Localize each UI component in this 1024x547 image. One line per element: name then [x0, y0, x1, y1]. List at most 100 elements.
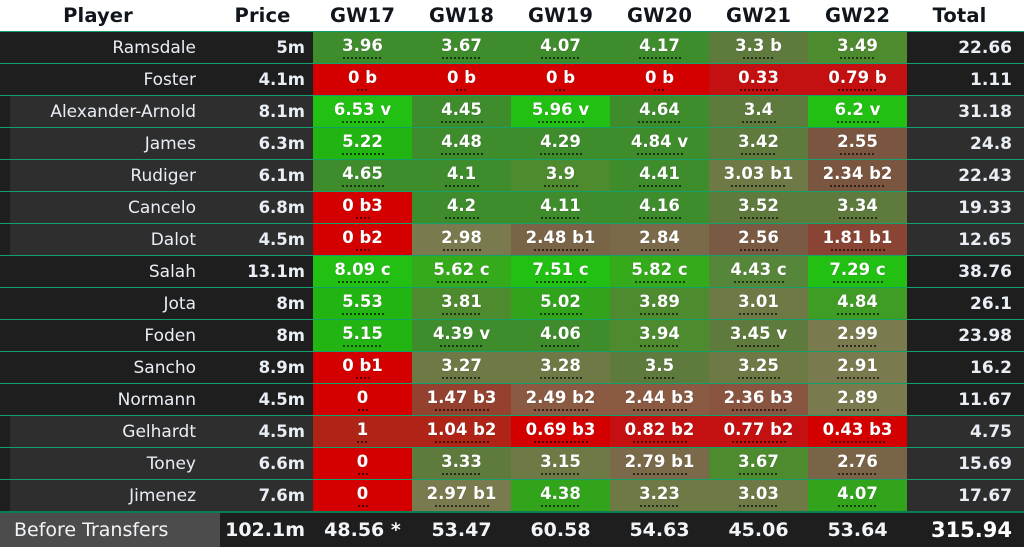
- gameweek-points-cell[interactable]: 4.48: [412, 127, 511, 160]
- gameweek-points-cell[interactable]: 2.49 b2: [511, 383, 610, 416]
- gameweek-points-cell[interactable]: 4.07: [808, 479, 907, 512]
- gameweek-points-cell[interactable]: 0 b: [610, 63, 709, 96]
- gameweek-points-cell[interactable]: 3.34: [808, 191, 907, 224]
- gameweek-points-cell[interactable]: 4.07: [511, 31, 610, 64]
- gameweek-points-cell[interactable]: 5.82 c: [610, 255, 709, 288]
- column-header-gw21[interactable]: GW21: [709, 0, 808, 32]
- player-name-cell[interactable]: Gelhardt: [0, 415, 220, 448]
- player-name-cell[interactable]: Foster: [0, 63, 220, 96]
- column-header-total[interactable]: Total: [907, 0, 1024, 32]
- gameweek-points-cell[interactable]: 4.1: [412, 159, 511, 192]
- gameweek-points-cell[interactable]: 4.41: [610, 159, 709, 192]
- gameweek-points-cell[interactable]: 2.97 b1: [412, 479, 511, 512]
- gameweek-points-cell[interactable]: 7.51 c: [511, 255, 610, 288]
- gameweek-points-cell[interactable]: 2.79 b1: [610, 447, 709, 480]
- gameweek-points-cell[interactable]: 4.17: [610, 31, 709, 64]
- gameweek-points-cell[interactable]: 2.76: [808, 447, 907, 480]
- column-header-gw17[interactable]: GW17: [313, 0, 412, 32]
- gameweek-points-cell[interactable]: 3.5: [610, 351, 709, 384]
- column-header-gw19[interactable]: GW19: [511, 0, 610, 32]
- gameweek-points-cell[interactable]: 5.22: [313, 127, 412, 160]
- gameweek-points-cell[interactable]: 3.94: [610, 319, 709, 352]
- gameweek-points-cell[interactable]: 0.79 b: [808, 63, 907, 96]
- gameweek-points-cell[interactable]: 3.03 b1: [709, 159, 808, 192]
- gameweek-points-cell[interactable]: 0 b1: [313, 351, 412, 384]
- player-name-cell[interactable]: Rudiger: [0, 159, 220, 192]
- player-name-cell[interactable]: Toney: [0, 447, 220, 480]
- gameweek-points-cell[interactable]: 3.45 v: [709, 319, 808, 352]
- gameweek-points-cell[interactable]: 2.34 b2: [808, 159, 907, 192]
- gameweek-points-cell[interactable]: 7.29 c: [808, 255, 907, 288]
- gameweek-points-cell[interactable]: 3.27: [412, 351, 511, 384]
- gameweek-points-cell[interactable]: 8.09 c: [313, 255, 412, 288]
- gameweek-points-cell[interactable]: 4.43 c: [709, 255, 808, 288]
- player-name-cell[interactable]: Jota: [0, 287, 220, 320]
- player-name-cell[interactable]: Cancelo: [0, 191, 220, 224]
- gameweek-points-cell[interactable]: 2.36 b3: [709, 383, 808, 416]
- gameweek-points-cell[interactable]: 3.3 b: [709, 31, 808, 64]
- player-name-cell[interactable]: Foden: [0, 319, 220, 352]
- player-name-cell[interactable]: Ramsdale: [0, 31, 220, 64]
- gameweek-points-cell[interactable]: 0: [313, 383, 412, 416]
- gameweek-points-cell[interactable]: 2.98: [412, 223, 511, 256]
- column-header-price[interactable]: Price: [220, 0, 313, 32]
- gameweek-points-cell[interactable]: 3.4: [709, 95, 808, 128]
- column-header-gw20[interactable]: GW20: [610, 0, 709, 32]
- column-header-gw22[interactable]: GW22: [808, 0, 907, 32]
- gameweek-points-cell[interactable]: 4.39 v: [412, 319, 511, 352]
- gameweek-points-cell[interactable]: 3.9: [511, 159, 610, 192]
- player-name-cell[interactable]: Alexander-Arnold: [0, 95, 220, 128]
- gameweek-points-cell[interactable]: 0.69 b3: [511, 415, 610, 448]
- gameweek-points-cell[interactable]: 3.81: [412, 287, 511, 320]
- gameweek-points-cell[interactable]: 0.43 b3: [808, 415, 907, 448]
- gameweek-points-cell[interactable]: 4.38: [511, 479, 610, 512]
- gameweek-points-cell[interactable]: 3.52: [709, 191, 808, 224]
- gameweek-points-cell[interactable]: 3.25: [709, 351, 808, 384]
- gameweek-points-cell[interactable]: 4.29: [511, 127, 610, 160]
- gameweek-points-cell[interactable]: 0 b: [313, 63, 412, 96]
- gameweek-points-cell[interactable]: 2.91: [808, 351, 907, 384]
- gameweek-points-cell[interactable]: 3.33: [412, 447, 511, 480]
- gameweek-points-cell[interactable]: 4.11: [511, 191, 610, 224]
- gameweek-points-cell[interactable]: 3.67: [412, 31, 511, 64]
- gameweek-points-cell[interactable]: 5.15: [313, 319, 412, 352]
- gameweek-points-cell[interactable]: 3.42: [709, 127, 808, 160]
- gameweek-points-cell[interactable]: 5.02: [511, 287, 610, 320]
- gameweek-points-cell[interactable]: 1: [313, 415, 412, 448]
- player-name-cell[interactable]: Sancho: [0, 351, 220, 384]
- gameweek-points-cell[interactable]: 0.77 b2: [709, 415, 808, 448]
- gameweek-points-cell[interactable]: 3.67: [709, 447, 808, 480]
- gameweek-points-cell[interactable]: 4.65: [313, 159, 412, 192]
- gameweek-points-cell[interactable]: 5.53: [313, 287, 412, 320]
- gameweek-points-cell[interactable]: 0 b2: [313, 223, 412, 256]
- gameweek-points-cell[interactable]: 4.06: [511, 319, 610, 352]
- gameweek-points-cell[interactable]: 3.96: [313, 31, 412, 64]
- gameweek-points-cell[interactable]: 0.82 b2: [610, 415, 709, 448]
- gameweek-points-cell[interactable]: 6.53 v: [313, 95, 412, 128]
- gameweek-points-cell[interactable]: 3.01: [709, 287, 808, 320]
- gameweek-points-cell[interactable]: 0 b: [511, 63, 610, 96]
- gameweek-points-cell[interactable]: 4.84 v: [610, 127, 709, 160]
- gameweek-points-cell[interactable]: 2.48 b1: [511, 223, 610, 256]
- player-name-cell[interactable]: James: [0, 127, 220, 160]
- gameweek-points-cell[interactable]: 0: [313, 447, 412, 480]
- gameweek-points-cell[interactable]: 3.23: [610, 479, 709, 512]
- gameweek-points-cell[interactable]: 1.04 b2: [412, 415, 511, 448]
- gameweek-points-cell[interactable]: 6.2 v: [808, 95, 907, 128]
- gameweek-points-cell[interactable]: 2.99: [808, 319, 907, 352]
- gameweek-points-cell[interactable]: 4.2: [412, 191, 511, 224]
- gameweek-points-cell[interactable]: 3.89: [610, 287, 709, 320]
- gameweek-points-cell[interactable]: 0 b3: [313, 191, 412, 224]
- column-header-player[interactable]: Player: [0, 0, 220, 32]
- gameweek-points-cell[interactable]: 2.44 b3: [610, 383, 709, 416]
- gameweek-points-cell[interactable]: 2.55: [808, 127, 907, 160]
- gameweek-points-cell[interactable]: 4.45: [412, 95, 511, 128]
- gameweek-points-cell[interactable]: 5.96 v: [511, 95, 610, 128]
- gameweek-points-cell[interactable]: 1.81 b1: [808, 223, 907, 256]
- gameweek-points-cell[interactable]: 0 b: [412, 63, 511, 96]
- gameweek-points-cell[interactable]: 4.16: [610, 191, 709, 224]
- gameweek-points-cell[interactable]: 0.33: [709, 63, 808, 96]
- player-name-cell[interactable]: Salah: [0, 255, 220, 288]
- gameweek-points-cell[interactable]: 3.03: [709, 479, 808, 512]
- player-name-cell[interactable]: Dalot: [0, 223, 220, 256]
